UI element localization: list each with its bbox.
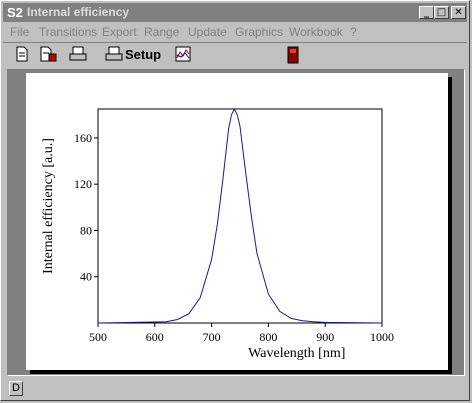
status-cell[interactable]: D (9, 381, 23, 396)
menu-file[interactable]: File (10, 25, 29, 39)
print-setup-icon (105, 46, 123, 61)
window-title: Internal efficiency (27, 5, 130, 19)
exit-icon[interactable] (287, 46, 299, 66)
menu-bar: File Transitions Export Range Update Gra… (3, 23, 467, 42)
x-tick-label: 600 (146, 330, 164, 344)
y-tick-label: 40 (80, 270, 92, 284)
graph-icon[interactable] (175, 46, 191, 66)
status-bar: D (7, 379, 465, 399)
x-tick-label: 900 (316, 330, 334, 344)
x-tick-label: 1000 (370, 330, 394, 344)
y-axis: 40 80 120 160 (74, 131, 98, 284)
x-axis-label: Wavelength [nm] (248, 346, 345, 361)
app-window: S2 Internal efficiency _ □ ✕ File Transi… (0, 0, 470, 401)
menu-export[interactable]: Export (102, 25, 137, 39)
y-axis-label: Internal efficiency [a.u.] (41, 138, 56, 274)
workspace: 500 600 700 800 900 1000 40 80 120 160 Wavelengt… (7, 69, 465, 376)
x-tick-label: 700 (203, 330, 221, 344)
y-tick-label: 120 (74, 177, 92, 191)
plot-frame (97, 108, 383, 324)
close-button[interactable]: ✕ (451, 6, 466, 19)
page-icon[interactable] (15, 46, 29, 66)
x-tick-label: 800 (259, 330, 277, 344)
y-tick-label: 80 (80, 223, 92, 237)
x-axis: 500 600 700 800 900 1000 (89, 323, 394, 344)
y-tick-label: 160 (74, 131, 92, 145)
maximize-button[interactable]: □ (434, 6, 449, 19)
efficiency-chart: 500 600 700 800 900 1000 40 80 120 160 Wavelengt… (41, 107, 394, 361)
toolbar: Setup (3, 42, 467, 68)
menu-update[interactable]: Update (188, 25, 227, 39)
setup-label: Setup (125, 47, 162, 62)
print-icon[interactable] (69, 46, 87, 66)
menu-graphics[interactable]: Graphics (235, 25, 283, 39)
series-line (97, 107, 383, 324)
menu-transitions[interactable]: Transitions (39, 25, 97, 39)
save-page-icon[interactable] (39, 46, 57, 66)
title-bar[interactable]: S2 Internal efficiency _ □ ✕ (3, 3, 467, 22)
menu-help[interactable]: ? (350, 25, 357, 39)
print-setup-button[interactable]: Setup (105, 46, 161, 66)
chart-panel: 500 600 700 800 900 1000 40 80 120 160 Wavelengt… (26, 73, 448, 370)
menu-range[interactable]: Range (144, 25, 179, 39)
app-logo-icon: S2 (7, 5, 23, 20)
menu-workbook[interactable]: Workbook (289, 25, 343, 39)
x-tick-label: 500 (89, 330, 107, 344)
minimize-button[interactable]: _ (419, 6, 434, 19)
